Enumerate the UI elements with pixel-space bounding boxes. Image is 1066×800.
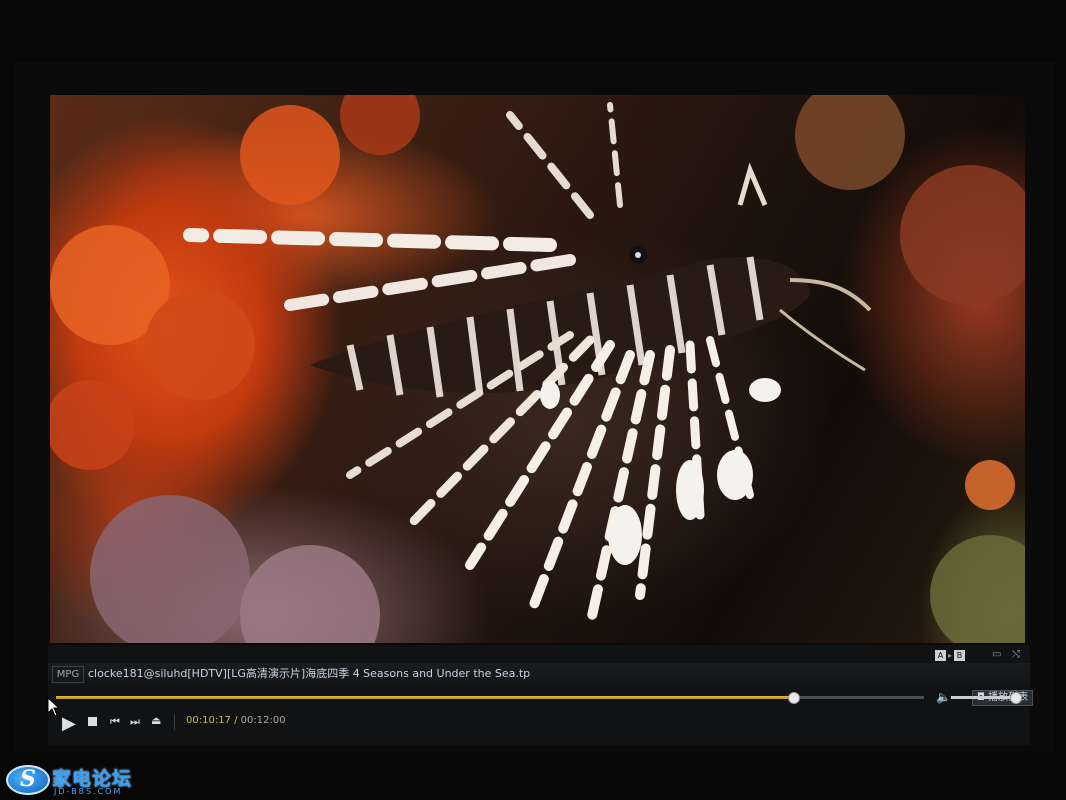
stop-icon[interactable] bbox=[88, 717, 97, 726]
volume-row: 🔈 bbox=[48, 687, 1030, 707]
file-title: clocke181@siluhd[HDTV][LG高清演示片]海底四季 4 Se… bbox=[88, 667, 531, 680]
skip-previous-icon[interactable]: ⏮ bbox=[110, 715, 120, 729]
format-badge: MPG bbox=[52, 666, 84, 683]
arrow-right-icon: ▸ bbox=[948, 651, 953, 660]
mouse-pointer-icon bbox=[47, 697, 61, 717]
shuffle-icon[interactable]: ⤭ bbox=[1012, 649, 1020, 661]
play-icon[interactable]: ▶ bbox=[62, 713, 76, 734]
divider bbox=[174, 714, 175, 730]
time-readout: 00:10:17 / 00:12:00 bbox=[186, 715, 286, 726]
window-mode-icon[interactable]: ▭ bbox=[992, 649, 1001, 661]
lionfish-scene bbox=[50, 95, 1025, 643]
skip-next-icon[interactable]: ⏭ bbox=[130, 715, 140, 729]
volume-slider[interactable] bbox=[951, 692, 1023, 704]
total-time: 00:12:00 bbox=[240, 715, 286, 726]
logo-mark: S bbox=[6, 765, 50, 795]
ab-repeat-b-button[interactable]: B bbox=[954, 650, 966, 661]
volume-handle[interactable] bbox=[1010, 692, 1023, 704]
transport-controls: ▶ ⏮ ⏭ ⏏ 00:10:17 / 00:12:00 bbox=[48, 707, 1030, 737]
video-frame[interactable] bbox=[50, 95, 1025, 643]
ab-repeat-a-button[interactable]: A bbox=[935, 650, 946, 661]
time-separator: / bbox=[234, 715, 238, 726]
volume-icon[interactable]: 🔈 bbox=[936, 690, 951, 704]
logo-subtext: JD-BBS.COM bbox=[54, 787, 123, 796]
eject-icon[interactable]: ⏏ bbox=[151, 714, 161, 727]
forum-watermark-logo: S 家电论坛 JD-BBS.COM bbox=[6, 762, 136, 798]
elapsed-time: 00:10:17 bbox=[186, 715, 231, 726]
ab-repeat-controls: A ▸ B bbox=[935, 650, 967, 662]
title-strip: MPG clocke181@siluhd[HDTV][LG高清演示片]海底四季 … bbox=[48, 663, 1030, 685]
